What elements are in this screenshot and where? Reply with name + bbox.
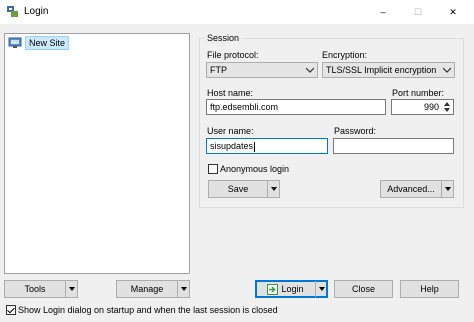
file-protocol-select[interactable]: FTP [206,62,318,78]
show-login-dialog-label: Show Login dialog on startup and when th… [18,305,278,315]
manage-dropdown[interactable] [177,281,189,297]
caret-down-icon [444,187,451,191]
port-number-stepper[interactable]: 990 [391,99,454,115]
encryption-label: Encryption: [322,50,368,60]
show-login-dialog-checkbox[interactable] [6,305,16,315]
close-button[interactable]: Close [334,280,393,298]
maximize-button[interactable]: ☐ [401,0,435,24]
login-icon [267,283,279,295]
chevron-down-icon [306,67,314,73]
port-number-value: 990 [423,102,439,112]
anonymous-login-label: Anonymous login [220,164,290,174]
tools-label: Tools [24,284,46,294]
user-name-label: User name: [207,126,254,136]
title-bar: Login – ☐ ✕ [0,0,474,24]
host-name-label: Host name: [207,88,254,98]
login-button[interactable]: Login [255,280,328,298]
user-name-field[interactable]: sisupdates [206,138,328,154]
password-label: Password: [334,126,377,136]
host-name-field[interactable]: ftp.edsembli.com [206,99,386,115]
advanced-button[interactable]: Advanced... [380,180,454,198]
decrement-icon[interactable] [442,107,452,113]
close-label: Close [351,284,375,294]
user-name-value: sisupdates [210,141,254,151]
text-caret [254,141,256,152]
file-protocol-value: FTP [210,65,227,75]
help-button[interactable]: Help [400,280,459,298]
window-title: Login [24,6,49,17]
encryption-select[interactable]: TLS/SSL Implicit encryption [322,62,455,78]
chevron-down-icon [443,67,451,73]
site-tree[interactable]: New Site [4,33,190,274]
winscp-app-icon [7,6,18,17]
minimize-icon: – [380,7,386,17]
advanced-dropdown[interactable] [441,181,453,197]
tools-button[interactable]: Tools [4,280,78,298]
help-label: Help [420,284,439,294]
tools-dropdown[interactable] [65,281,77,297]
caret-down-icon [270,187,277,191]
password-field[interactable] [333,138,454,154]
anonymous-login-checkbox[interactable] [208,164,218,174]
host-name-value: ftp.edsembli.com [210,102,279,112]
caret-down-icon [180,287,187,291]
save-button[interactable]: Save [208,180,280,198]
close-window-button[interactable]: ✕ [436,0,470,24]
file-protocol-label: File protocol: [207,50,259,60]
session-group-label: Session [205,33,242,43]
close-icon: ✕ [449,6,457,17]
caret-down-icon [68,287,75,291]
save-label: Save [227,184,249,194]
minimize-button[interactable]: – [366,0,400,24]
caret-down-icon [318,287,325,291]
login-label: Login [281,284,304,294]
maximize-icon: ☐ [413,6,423,17]
login-dropdown[interactable] [315,281,327,297]
save-dropdown[interactable] [267,181,279,197]
port-number-label: Port number: [392,88,445,98]
advanced-label: Advanced... [387,184,435,194]
manage-label: Manage [130,284,164,294]
tree-item-label: New Site [25,36,70,50]
encryption-value: TLS/SSL Implicit encryption [326,65,437,75]
computer-icon [8,37,22,48]
manage-button[interactable]: Manage [116,280,190,298]
tree-item-new-site[interactable]: New Site [8,36,70,50]
